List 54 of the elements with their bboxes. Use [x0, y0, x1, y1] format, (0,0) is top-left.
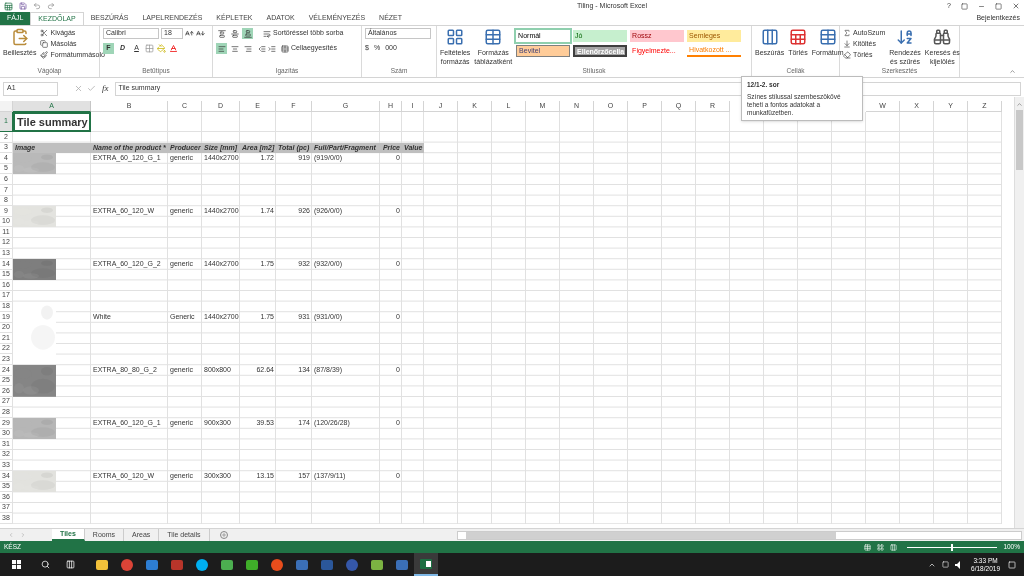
cut-icon	[40, 29, 49, 37]
autosum-icon	[843, 29, 851, 37]
conditional-format-icon	[446, 28, 465, 46]
wrap-text-icon	[263, 29, 271, 38]
excel-logo-icon	[4, 1, 13, 11]
add-sheet-icon[interactable]	[219, 531, 228, 539]
zoom-slider-thumb[interactable]	[951, 543, 954, 551]
insert-icon	[760, 28, 779, 46]
grow-font-icon[interactable]	[185, 29, 194, 38]
format-icon	[818, 28, 837, 46]
find-select-icon	[933, 28, 952, 46]
clear-icon	[843, 51, 851, 59]
format-table-icon	[484, 28, 503, 46]
page-layout-icon[interactable]	[877, 543, 885, 551]
horizontal-scrollbar[interactable]	[457, 530, 1022, 540]
cancel-icon[interactable]	[74, 84, 83, 93]
insert-function-button[interactable]: fx	[102, 81, 109, 96]
task-view-icon[interactable]	[66, 560, 75, 569]
redo-icon[interactable]	[47, 2, 55, 10]
delete-icon	[788, 28, 807, 46]
indent-decrease-icon[interactable]	[258, 44, 266, 53]
undo-icon[interactable]	[33, 2, 41, 10]
restore-icon[interactable]	[995, 2, 1002, 10]
fill-color-icon[interactable]	[157, 44, 166, 53]
collapse-ribbon-icon[interactable]	[1009, 68, 1016, 75]
sheet-title[interactable]: Tile summary	[13, 112, 91, 132]
circle-icon[interactable]	[270, 558, 283, 571]
align-button[interactable]	[229, 28, 240, 39]
windows-logo-icon[interactable]	[12, 560, 21, 569]
notifications-icon[interactable]	[1008, 560, 1016, 569]
fill-icon	[843, 40, 851, 48]
search-icon[interactable]	[41, 560, 50, 569]
vertical-scrollbar[interactable]	[1014, 97, 1024, 528]
align-button[interactable]	[242, 43, 253, 54]
merge-cells-icon	[281, 44, 289, 53]
font-color-icon[interactable]	[169, 44, 178, 53]
shrink-font-icon[interactable]	[196, 29, 205, 38]
scroll-up-icon[interactable]	[1016, 101, 1023, 108]
copy-icon	[40, 40, 49, 48]
sort-filter-icon	[896, 28, 915, 46]
normal-view-icon[interactable]	[864, 543, 872, 551]
borders-icon[interactable]	[145, 44, 154, 53]
paste-icon	[10, 28, 29, 46]
align-button[interactable]	[229, 43, 240, 54]
spreadsheet-app-icon[interactable]	[420, 557, 432, 570]
format-painter-icon	[40, 51, 49, 59]
align-button[interactable]	[216, 43, 227, 54]
indent-increase-icon[interactable]	[268, 44, 276, 53]
align-button[interactable]	[216, 28, 227, 39]
ribbon-options-icon[interactable]	[961, 2, 968, 10]
scroll-thumb[interactable]	[1016, 110, 1023, 170]
align-button[interactable]	[242, 28, 253, 39]
page-break-icon[interactable]	[890, 543, 898, 551]
close-icon[interactable]	[1012, 2, 1020, 10]
